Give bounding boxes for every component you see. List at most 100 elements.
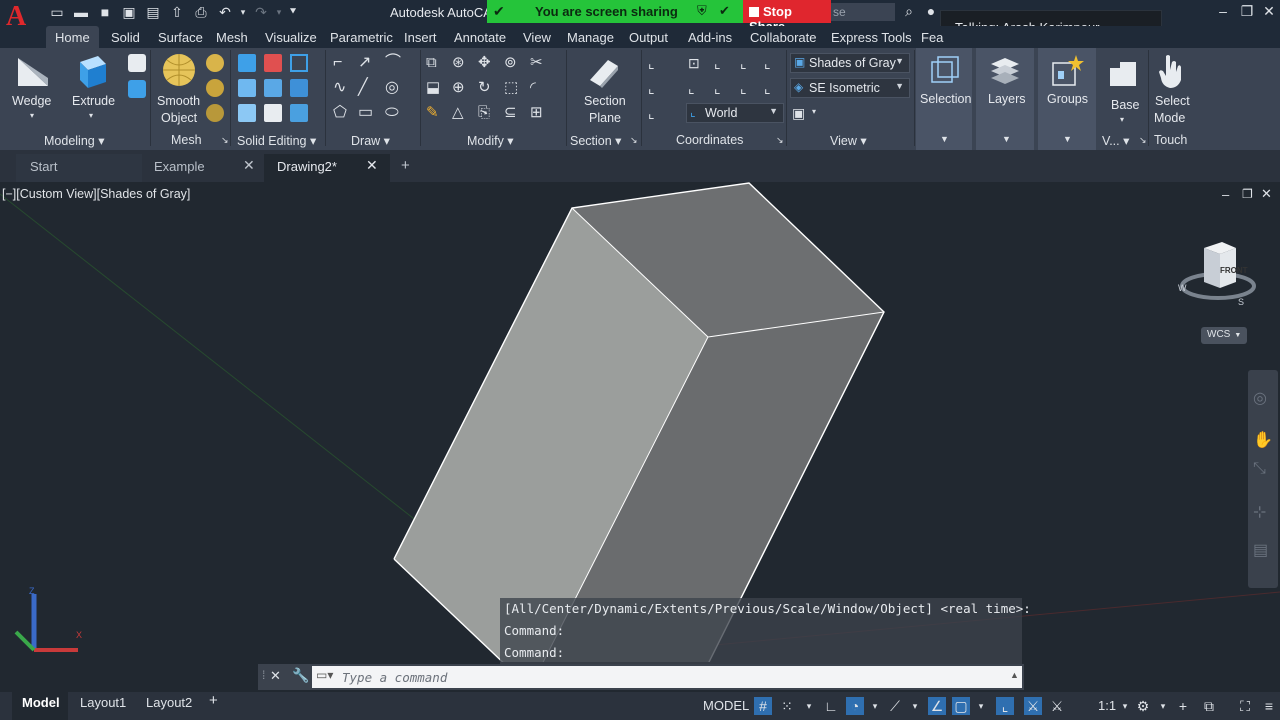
layers-panel[interactable]: Layers ▼ — [976, 48, 1034, 150]
tab-output[interactable]: Output — [629, 30, 668, 45]
tab-surface[interactable]: Surface — [158, 30, 203, 45]
rectangular-solid[interactable] — [393, 182, 885, 662]
circle-icon[interactable]: ◎ — [385, 79, 403, 97]
ortho-icon[interactable]: ∟ — [822, 697, 840, 715]
close-icon[interactable]: ✕ — [1260, 2, 1278, 20]
compass-west-label[interactable]: W — [1178, 283, 1187, 293]
array-icon[interactable]: ⊞ — [530, 104, 548, 122]
extrude-label[interactable]: Extrude — [72, 93, 115, 110]
section-plane-icon[interactable] — [586, 54, 620, 88]
ucs-icon[interactable]: ⌞ — [648, 54, 666, 72]
tab-home[interactable]: Home — [46, 26, 99, 48]
tab-collaborate[interactable]: Collaborate — [750, 30, 817, 45]
ucs-world-icon[interactable]: ⌞ — [648, 79, 666, 97]
3d-rotate-icon[interactable]: ⊕ — [452, 79, 470, 97]
wedge-icon[interactable] — [14, 54, 52, 90]
ucs-y-icon[interactable]: ⌞ — [740, 79, 758, 97]
annotation-monitor-icon[interactable]: + — [1174, 697, 1192, 715]
command-input[interactable] — [342, 667, 1002, 687]
new-tab-plus-icon[interactable]: + — [401, 157, 410, 174]
offset-lines-icon[interactable]: ⊆ — [504, 104, 522, 122]
solid-history-icon[interactable] — [290, 54, 308, 72]
select-mode-label-1[interactable]: Select — [1155, 93, 1190, 110]
search-field[interactable]: se — [831, 3, 895, 21]
customize-toolbar-icon[interactable]: ⯆ — [284, 3, 302, 21]
viewport-close-icon[interactable]: ✕ — [1261, 186, 1272, 202]
mirror-icon[interactable]: ⧉ — [426, 54, 444, 72]
copy-icon[interactable]: ⎘ — [478, 104, 496, 122]
ellipse-icon[interactable]: ⬭ — [385, 104, 403, 122]
viewport-canvas[interactable] — [0, 182, 1280, 662]
redo-icon[interactable]: ↷ — [252, 3, 270, 21]
viewport-restore-icon[interactable]: ❐ — [1242, 187, 1253, 201]
orbit-icon[interactable]: ⊹ — [1253, 502, 1266, 522]
search-icon[interactable]: ⌕ — [900, 2, 918, 20]
snap-icon[interactable]: ⁙ — [778, 697, 796, 715]
minimize-icon[interactable]: – — [1214, 2, 1232, 20]
mesh-primitive-icon[interactable] — [206, 54, 224, 72]
slice-icon[interactable] — [264, 79, 282, 97]
imprint-icon[interactable] — [264, 104, 282, 122]
separate-icon[interactable] — [290, 104, 308, 122]
auto-scale-icon[interactable]: ⚔ — [1048, 697, 1066, 715]
wedge-dropdown-icon[interactable]: ▾ — [30, 111, 34, 120]
wcs-menu[interactable]: WCS ▼ — [1201, 327, 1247, 344]
tab-insert[interactable]: Insert — [404, 30, 437, 45]
ucs-origin-icon[interactable]: ⌞ — [714, 54, 732, 72]
tab-view[interactable]: View — [523, 30, 551, 45]
polygon-icon[interactable]: ⬠ — [333, 104, 351, 122]
subtract-icon[interactable] — [264, 54, 282, 72]
move-icon[interactable]: ✥ — [478, 54, 496, 72]
viewport-controls-label[interactable]: [−][Custom View][Shades of Gray] — [2, 187, 190, 201]
polyline-icon[interactable]: ↗ — [358, 54, 376, 72]
thicken-icon[interactable] — [238, 104, 256, 122]
ucs-icon-properties-icon[interactable]: ⌞ — [648, 104, 666, 122]
select-mode-hand-icon[interactable] — [1156, 52, 1184, 90]
smooth-object-icon[interactable] — [161, 52, 197, 88]
save-as-icon[interactable]: ▣ — [120, 3, 138, 21]
solid-editing-panel-label[interactable]: Solid Editing ▾ — [237, 133, 316, 148]
share-icon[interactable]: ⇧ — [168, 3, 186, 21]
file-tab-drawing2-label[interactable]: Drawing2* — [277, 159, 337, 174]
mesh-panel-label[interactable]: Mesh — [171, 133, 202, 147]
object-snap-dropdown-icon[interactable]: ▾ — [972, 697, 990, 715]
view-panel-label[interactable]: View ▾ — [830, 133, 867, 148]
touch-panel-label[interactable]: Touch — [1154, 133, 1187, 147]
customization-menu-icon[interactable]: ≡ — [1260, 697, 1278, 715]
file-tab-start-label[interactable]: Start — [30, 159, 57, 174]
dynamic-ucs-icon[interactable]: ⌞ — [996, 697, 1014, 715]
mesh-refine-icon[interactable] — [206, 104, 224, 122]
groups-panel[interactable]: Groups ▼ — [1038, 48, 1096, 150]
rotate-icon[interactable]: ↻ — [478, 79, 496, 97]
isodraft-icon[interactable]: ⟋ — [886, 697, 904, 715]
extrude-icon[interactable] — [76, 52, 110, 90]
close-tab-icon[interactable]: ✕ — [243, 157, 255, 174]
plot-icon[interactable]: ⎙ — [192, 3, 210, 21]
presspull-icon[interactable] — [128, 54, 146, 72]
tab-manage[interactable]: Manage — [567, 30, 614, 45]
cloud-save-icon[interactable]: ▤ — [144, 3, 162, 21]
spline-icon[interactable]: ∿ — [333, 79, 351, 97]
erase-icon[interactable]: ✎ — [426, 104, 444, 122]
recent-commands-icon[interactable]: ▭▾ — [316, 668, 333, 682]
undo-dropdown-icon[interactable]: ▾ — [234, 3, 252, 21]
viewport-minimize-icon[interactable]: – — [1222, 187, 1229, 202]
customize-wrench-icon[interactable]: 🔧 — [292, 667, 309, 684]
tab-visualize[interactable]: Visualize — [265, 30, 317, 45]
ucs-x-icon[interactable]: ⌞ — [714, 79, 732, 97]
isodraft-dropdown-icon[interactable]: ▾ — [906, 697, 924, 715]
rectangle-icon[interactable]: ▭ — [358, 104, 376, 122]
base-label[interactable]: Base — [1111, 97, 1140, 114]
compass-south-label[interactable]: S — [1238, 297, 1244, 307]
stretch-icon[interactable]: ⬚ — [504, 79, 522, 97]
snap-dropdown-icon[interactable]: ▾ — [800, 697, 818, 715]
smooth-object-label-1[interactable]: Smooth — [157, 93, 200, 110]
polysolid-icon[interactable] — [128, 80, 146, 98]
visual-style-dropdown[interactable]: ▣ Shades of Gray ▼ — [790, 53, 910, 73]
fillet-icon[interactable]: ◜ — [530, 79, 548, 97]
coordinates-panel-launcher-icon[interactable]: ↘ — [776, 135, 784, 146]
tab-express-tools[interactable]: Express Tools — [831, 30, 912, 45]
workspace-dropdown-icon[interactable]: ▾ — [1154, 697, 1172, 715]
select-mode-label-2[interactable]: Mode — [1154, 110, 1185, 127]
polar-tracking-icon[interactable]: ◔ — [846, 697, 864, 715]
